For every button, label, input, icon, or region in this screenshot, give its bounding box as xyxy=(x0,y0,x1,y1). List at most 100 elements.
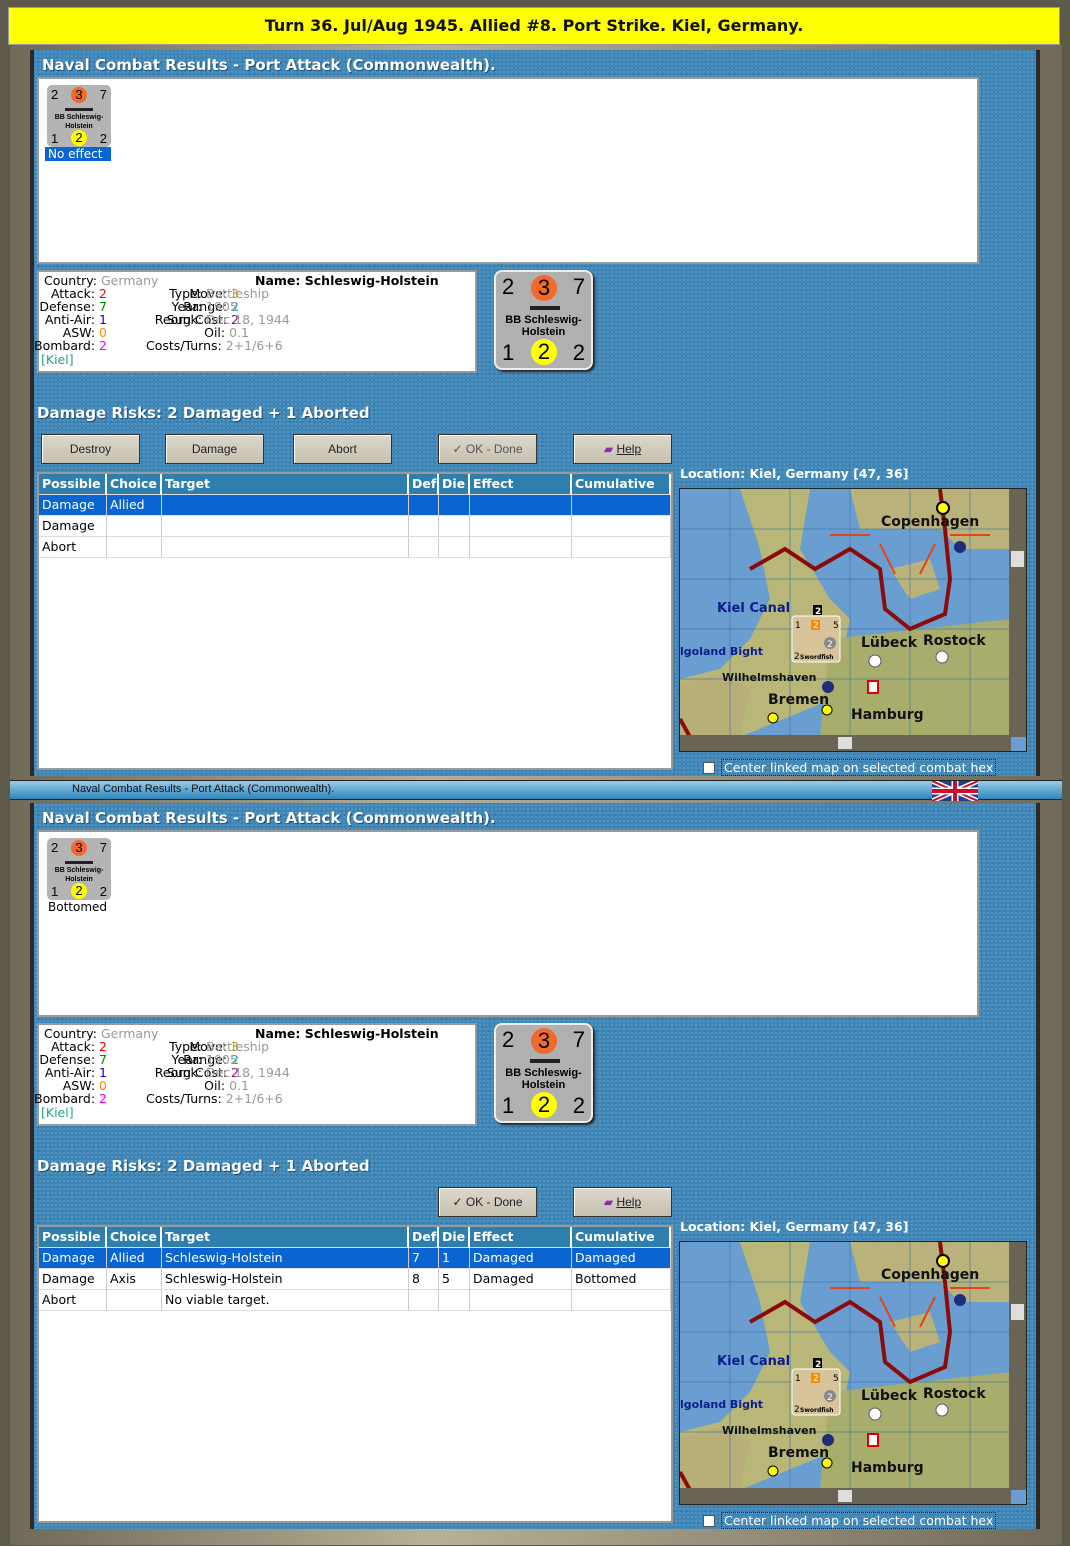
center-map-checkbox[interactable]: Center linked map on selected combat hex xyxy=(703,759,997,776)
capital-marker xyxy=(936,1254,950,1268)
counter-value: 7 xyxy=(99,87,107,102)
column-header[interactable]: Die xyxy=(439,474,470,495)
ship-name: Schleswig-Holstein xyxy=(304,273,439,288)
unit-location-link[interactable]: [Kiel] xyxy=(41,352,74,367)
scroll-thumb[interactable] xyxy=(1011,551,1024,567)
table-cell: Bottomed xyxy=(572,1269,671,1290)
table-row[interactable]: Damage xyxy=(39,516,671,537)
unit-counter-large: 2 3 7 BB Schleswig-Holstein 1 2 2 xyxy=(494,270,593,370)
column-header[interactable]: Effect xyxy=(470,474,572,495)
column-header[interactable]: Effect xyxy=(470,1227,572,1248)
ship-icon xyxy=(530,1055,560,1063)
factory-icon xyxy=(867,680,879,694)
center-map-checkbox[interactable]: Center linked map on selected combat hex xyxy=(703,1512,997,1529)
counter-value: 2 xyxy=(51,840,59,855)
table-cell xyxy=(439,516,470,537)
counter-name: Swordfish xyxy=(800,654,834,661)
scroll-thumb[interactable] xyxy=(838,737,852,749)
factory-icon xyxy=(867,1433,879,1447)
map-view[interactable]: 2 Copenhagen Kiel Canal Lübeck Rostock l… xyxy=(680,489,1011,738)
unit-list[interactable]: 2 3 7 BB Schleswig-Holstein 1 2 2 No eff… xyxy=(37,77,979,264)
column-header[interactable]: Target xyxy=(162,1227,409,1248)
help-button[interactable]: ▰ Help xyxy=(573,1187,672,1217)
checkbox-box[interactable] xyxy=(703,1515,715,1527)
checkbox-box[interactable] xyxy=(703,762,715,774)
column-header[interactable]: Target xyxy=(162,474,409,495)
table-cell: Abort xyxy=(39,537,107,558)
table-cell: Damaged xyxy=(572,1248,671,1269)
map-vertical-scrollbar[interactable] xyxy=(1009,1242,1026,1490)
linked-map[interactable]: 2 Copenhagen Kiel Canal Lübeck Rostock l… xyxy=(679,488,1027,752)
table-cell: Axis xyxy=(107,1269,162,1290)
map-view[interactable]: 2 Copenhagen Kiel Canal Lübeck Rostock l… xyxy=(680,1242,1011,1491)
column-header[interactable]: Choice xyxy=(107,1227,162,1248)
scroll-thumb[interactable] xyxy=(1011,1304,1024,1320)
costs-value: 2+1/6+6 xyxy=(225,1091,283,1106)
destroy-button[interactable]: Destroy xyxy=(41,434,140,464)
window-titlebar[interactable]: Naval Combat Results - Port Attack (Comm… xyxy=(10,780,1062,801)
table-row[interactable]: Abort No viable target. xyxy=(39,1290,671,1311)
unit-counter[interactable]: 2 3 7 BB Schleswig-Holstein 1 2 2 xyxy=(47,838,111,900)
counter-value: 1 xyxy=(795,1374,801,1384)
map-label: Hamburg xyxy=(851,1460,924,1476)
unit-counter-large: 2 3 7 BB Schleswig-Holstein 1 2 2 xyxy=(494,1023,593,1123)
table-cell xyxy=(409,516,439,537)
table-cell xyxy=(572,516,671,537)
counter-value: 2 xyxy=(794,652,800,662)
uk-flag-icon xyxy=(932,781,978,801)
column-header[interactable]: Def xyxy=(409,474,439,495)
table-cell: Schleswig-Holstein xyxy=(162,1248,409,1269)
damage-button[interactable]: Damage xyxy=(165,434,264,464)
bombard-value: 2 xyxy=(99,338,107,353)
table-row[interactable]: Damage Axis Schleswig-Holstein 8 5 Damaged Bot… xyxy=(39,1269,671,1290)
naval-base-anchor-icon xyxy=(954,541,966,553)
table-cell: Damage xyxy=(39,1248,107,1269)
table-cell xyxy=(439,1290,470,1311)
column-header[interactable]: Die xyxy=(439,1227,470,1248)
results-table[interactable]: Possible Choice Target Def Die Effect Cumulati… xyxy=(37,472,673,770)
counter-value: 2 xyxy=(502,274,515,299)
ok-done-button[interactable]: ✓ OK - Done xyxy=(438,434,537,464)
table-row[interactable]: Damage Allied Schleswig-Holstein 7 1 Damaged D… xyxy=(39,1248,671,1269)
table-cell xyxy=(470,495,572,516)
column-header[interactable]: Cumulative xyxy=(572,474,671,495)
linked-map[interactable]: 2 Copenhagen Kiel Canal Lübeck Rostock l… xyxy=(679,1241,1027,1505)
map-horizontal-scrollbar[interactable] xyxy=(680,735,1011,751)
ok-done-button[interactable]: ✓ OK - Done xyxy=(438,1187,537,1217)
table-row[interactable]: Abort xyxy=(39,537,671,558)
help-button[interactable]: ▰ Help xyxy=(573,434,672,464)
counter-value: 1 xyxy=(502,1093,515,1118)
unit-location-link[interactable]: [Kiel] xyxy=(41,1105,74,1120)
city-marker xyxy=(767,712,779,724)
column-header[interactable]: Choice xyxy=(107,474,162,495)
ship-icon xyxy=(65,858,93,864)
air-unit-counter[interactable]: 1 2 5 2 2 Swordfish xyxy=(791,615,841,663)
counter-name: BB Schleswig-Holstein xyxy=(54,867,104,883)
counter-value: 1 xyxy=(795,621,801,631)
port-anchor-icon xyxy=(868,654,882,668)
counter-value: 2 xyxy=(99,884,107,899)
map-vertical-scrollbar[interactable] xyxy=(1009,489,1026,737)
capital-marker xyxy=(936,501,950,515)
column-header[interactable]: Def xyxy=(409,1227,439,1248)
column-header[interactable]: Possible xyxy=(39,474,107,495)
table-cell xyxy=(107,1290,162,1311)
button-label: Help xyxy=(616,442,642,456)
counter-name: BB Schleswig-Holstein xyxy=(54,114,104,130)
label: Bombard: xyxy=(34,338,96,353)
table-cell xyxy=(439,537,470,558)
column-header[interactable]: Cumulative xyxy=(572,1227,671,1248)
table-row[interactable]: Damage Allied xyxy=(39,495,671,516)
abort-button[interactable]: Abort xyxy=(293,434,392,464)
counter-value: 2 xyxy=(99,131,107,146)
turn-banner: Turn 36. Jul/Aug 1945. Allied #8. Port S… xyxy=(8,7,1060,45)
help-book-icon: ▰ xyxy=(603,442,617,456)
map-horizontal-scrollbar[interactable] xyxy=(680,1488,1011,1504)
column-header[interactable]: Possible xyxy=(39,1227,107,1248)
unit-counter[interactable]: 2 3 7 BB Schleswig-Holstein 1 2 2 xyxy=(47,85,111,147)
scroll-thumb[interactable] xyxy=(838,1490,852,1502)
results-table[interactable]: Possible Choice Target Def Die Effect Cumulati… xyxy=(37,1225,673,1523)
counter-value: 7 xyxy=(572,274,585,299)
unit-list[interactable]: 2 3 7 BB Schleswig-Holstein 1 2 2 Bottom… xyxy=(37,830,979,1017)
air-unit-counter[interactable]: 1 2 5 2 2 Swordfish xyxy=(791,1368,841,1416)
